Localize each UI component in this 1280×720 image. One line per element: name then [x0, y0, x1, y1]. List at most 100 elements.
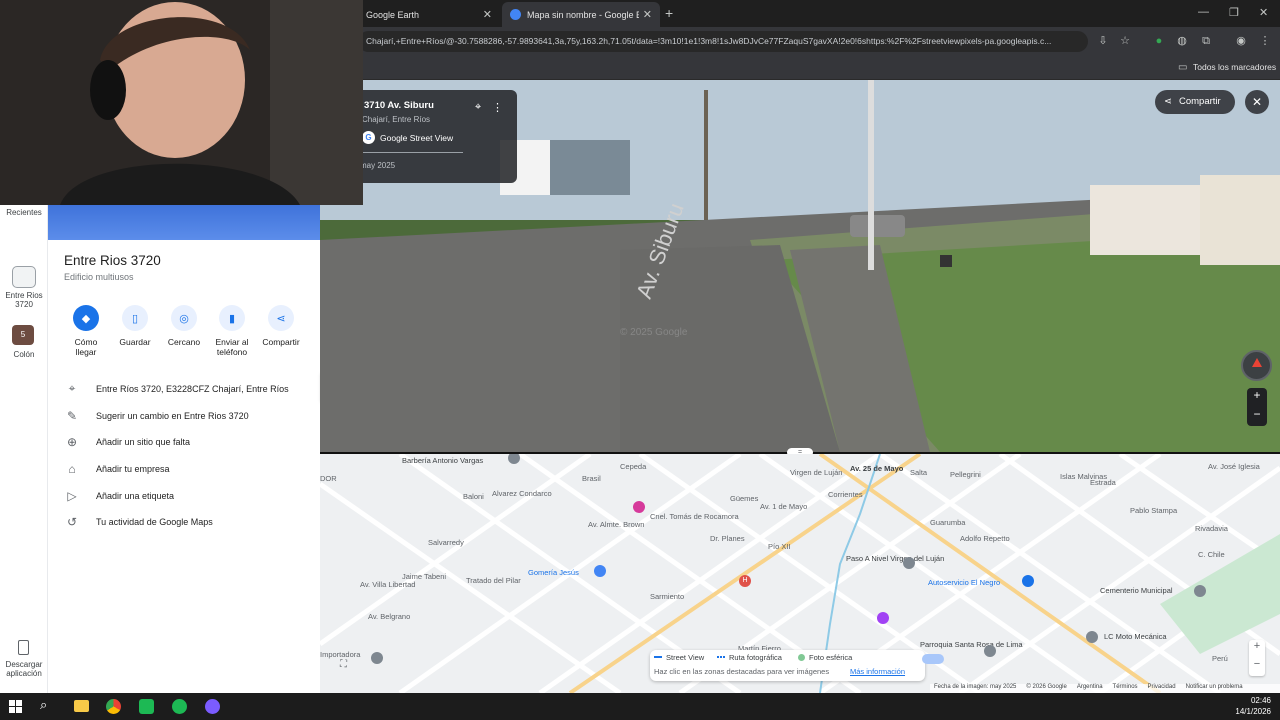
file-explorer-icon[interactable]: [74, 700, 89, 712]
map-label[interactable]: Gomería Jesús: [528, 568, 579, 577]
hospital-marker-icon[interactable]: H: [739, 575, 751, 587]
zoom-out-button[interactable]: −: [1247, 407, 1267, 426]
expand-map-icon[interactable]: ⛶: [340, 659, 347, 670]
map-label: Perú: [1212, 654, 1228, 663]
profile-avatar-icon[interactable]: ◉: [1234, 34, 1248, 48]
share-street-view-button[interactable]: ⋖ Compartir: [1155, 90, 1235, 114]
legend-photo-route: Ruta fotográfica: [729, 653, 782, 662]
menu-dots-icon[interactable]: ⋮: [1258, 34, 1272, 48]
map-label[interactable]: Parroquia Santa Rosa de Lima: [920, 640, 1023, 649]
share-button[interactable]: ⋖ Compartir: [260, 305, 302, 347]
spotify-icon[interactable]: [172, 699, 187, 714]
maps-activity-row[interactable]: ↺ Tu actividad de Google Maps: [48, 508, 320, 535]
suggest-edit-row[interactable]: ✎ Sugerir un cambio en Entre Rios 3720: [48, 402, 320, 429]
minimize-icon[interactable]: —: [1198, 6, 1209, 18]
send-to-phone-button[interactable]: ▮ Enviar al teléfono: [211, 305, 253, 357]
map-label: Cnel. Tomás de Rocamora: [650, 512, 739, 521]
place-category: Edificio multiusos: [64, 272, 134, 282]
map-pin-icon[interactable]: ⌖: [475, 101, 481, 114]
poi-marker-icon[interactable]: [903, 557, 915, 569]
recent-item-label[interactable]: Colón: [0, 350, 48, 359]
imagery-toggle[interactable]: [922, 654, 944, 664]
save-button[interactable]: ▯ Guardar: [114, 305, 156, 347]
privacy-link[interactable]: Privacidad: [1148, 684, 1176, 693]
map-label[interactable]: LC Moto Mecánica: [1104, 632, 1167, 641]
share-icon: ⋖: [1164, 96, 1172, 107]
discord-icon[interactable]: [205, 699, 220, 714]
add-place-row[interactable]: ⊕ Añadir un sitio que falta: [48, 428, 320, 455]
recents-button[interactable]: Recientes: [0, 208, 48, 217]
puzzle-icon[interactable]: ⧉: [1199, 34, 1213, 48]
chrome-icon[interactable]: [106, 699, 121, 714]
nearby-button[interactable]: ◎ Cercano: [163, 305, 205, 347]
close-icon[interactable]: ✕: [483, 8, 492, 21]
directions-button[interactable]: ◆ Cómo llegar: [65, 305, 107, 357]
place-photo[interactable]: [48, 200, 320, 240]
all-bookmarks[interactable]: Todos los marcadores: [1193, 62, 1276, 72]
close-icon[interactable]: ✕: [643, 8, 652, 21]
map-label: Av. José Iglesia: [1208, 462, 1260, 471]
add-business-row[interactable]: ⌂ Añadir tu empresa: [48, 455, 320, 482]
poi-marker-icon[interactable]: [1086, 631, 1098, 643]
label-icon: ▷: [67, 488, 77, 503]
address-row[interactable]: ⌖ Entre Ríos 3720, E3228CFZ Chajarí, Ent…: [48, 375, 320, 402]
shop-marker-icon[interactable]: [594, 565, 606, 577]
colon-thumbnail[interactable]: 5: [12, 325, 34, 345]
nearby-icon: ◎: [171, 305, 197, 331]
map-label[interactable]: Paso A Nivel Virgen del Luján: [846, 554, 944, 563]
poi-marker-icon[interactable]: [371, 652, 383, 664]
row-text: Añadir una etiqueta: [96, 490, 175, 501]
folder-icon: ▭: [1178, 62, 1188, 73]
row-text: Sugerir un cambio en Entre Rios 3720: [96, 410, 249, 421]
app-icon[interactable]: [139, 699, 154, 714]
extension-shield-icon[interactable]: ●: [1152, 34, 1166, 48]
more-info-link[interactable]: Más información: [850, 667, 905, 676]
terms-link[interactable]: Términos: [1113, 684, 1138, 693]
map-label: Av. Almte. Brown: [588, 520, 645, 529]
street-view-info-card: 3710 Av. Siburu Chajarí, Entre Ríos ⌖ ⋮ …: [358, 90, 517, 183]
zoom-out-button[interactable]: −: [1249, 658, 1265, 676]
window-close-icon[interactable]: ✕: [1259, 6, 1268, 19]
sv-date[interactable]: may 2025: [360, 161, 395, 170]
building-icon[interactable]: [12, 266, 36, 288]
download-app-button[interactable]: Descargar aplicación: [0, 660, 48, 678]
tab-mapa[interactable]: Mapa sin nombre - Google Earth ✕: [502, 2, 660, 27]
install-icon[interactable]: ⇩: [1096, 34, 1110, 48]
store-marker-icon[interactable]: [1022, 575, 1034, 587]
zoom-in-button[interactable]: +: [1249, 640, 1265, 658]
pencil-icon: ✎: [66, 408, 78, 423]
poi-marker-icon[interactable]: [984, 645, 996, 657]
poi-marker-icon[interactable]: [1194, 585, 1206, 597]
report-link[interactable]: Notificar un problema: [1186, 684, 1243, 693]
star-icon[interactable]: ☆: [1118, 34, 1132, 48]
clock-date[interactable]: 14/1/2026: [1225, 707, 1271, 716]
restore-icon[interactable]: ❐: [1229, 6, 1239, 19]
map-label[interactable]: Barbería Antonio Vargas: [402, 456, 483, 465]
add-label-row[interactable]: ▷ Añadir una etiqueta: [48, 482, 320, 509]
more-options-icon[interactable]: ⋮: [492, 101, 503, 114]
new-tab-button[interactable]: +: [665, 5, 673, 21]
country-link[interactable]: Argentina: [1077, 684, 1103, 693]
map-label: Rivadavia: [1195, 524, 1228, 533]
start-icon[interactable]: [9, 700, 22, 713]
zoom-in-button[interactable]: +: [1247, 388, 1267, 407]
tab-google-earth[interactable]: Google Earth ✕: [358, 2, 500, 27]
place-marker-icon[interactable]: [877, 612, 889, 624]
extension-icon[interactable]: ◍: [1175, 34, 1189, 48]
map-label: Alvarez Condarco: [492, 489, 552, 498]
hotel-marker-icon[interactable]: [633, 501, 645, 513]
close-street-view-button[interactable]: ✕: [1245, 90, 1269, 114]
recent-item-label[interactable]: Entre Rios 3720: [0, 291, 48, 309]
map-label[interactable]: Autoservicio El Negro: [928, 578, 1000, 587]
recent-badge: 5: [20, 330, 26, 339]
search-icon[interactable]: ⌕: [40, 697, 47, 713]
address-bar[interactable]: Chajarí,+Entre+Ríos/@-30.7588286,-57.989…: [358, 31, 1088, 52]
clock-time[interactable]: 02:46: [1237, 696, 1271, 705]
copyright: © 2026 Google: [1026, 684, 1067, 690]
map-label: C. Chile: [1198, 550, 1225, 559]
map-label: Pellegrini: [950, 470, 981, 479]
map-label[interactable]: Cementerio Municipal: [1100, 586, 1173, 595]
action-label: Cómo llegar: [74, 337, 98, 357]
compass-icon[interactable]: [1241, 350, 1272, 381]
action-label: Compartir: [262, 337, 300, 347]
